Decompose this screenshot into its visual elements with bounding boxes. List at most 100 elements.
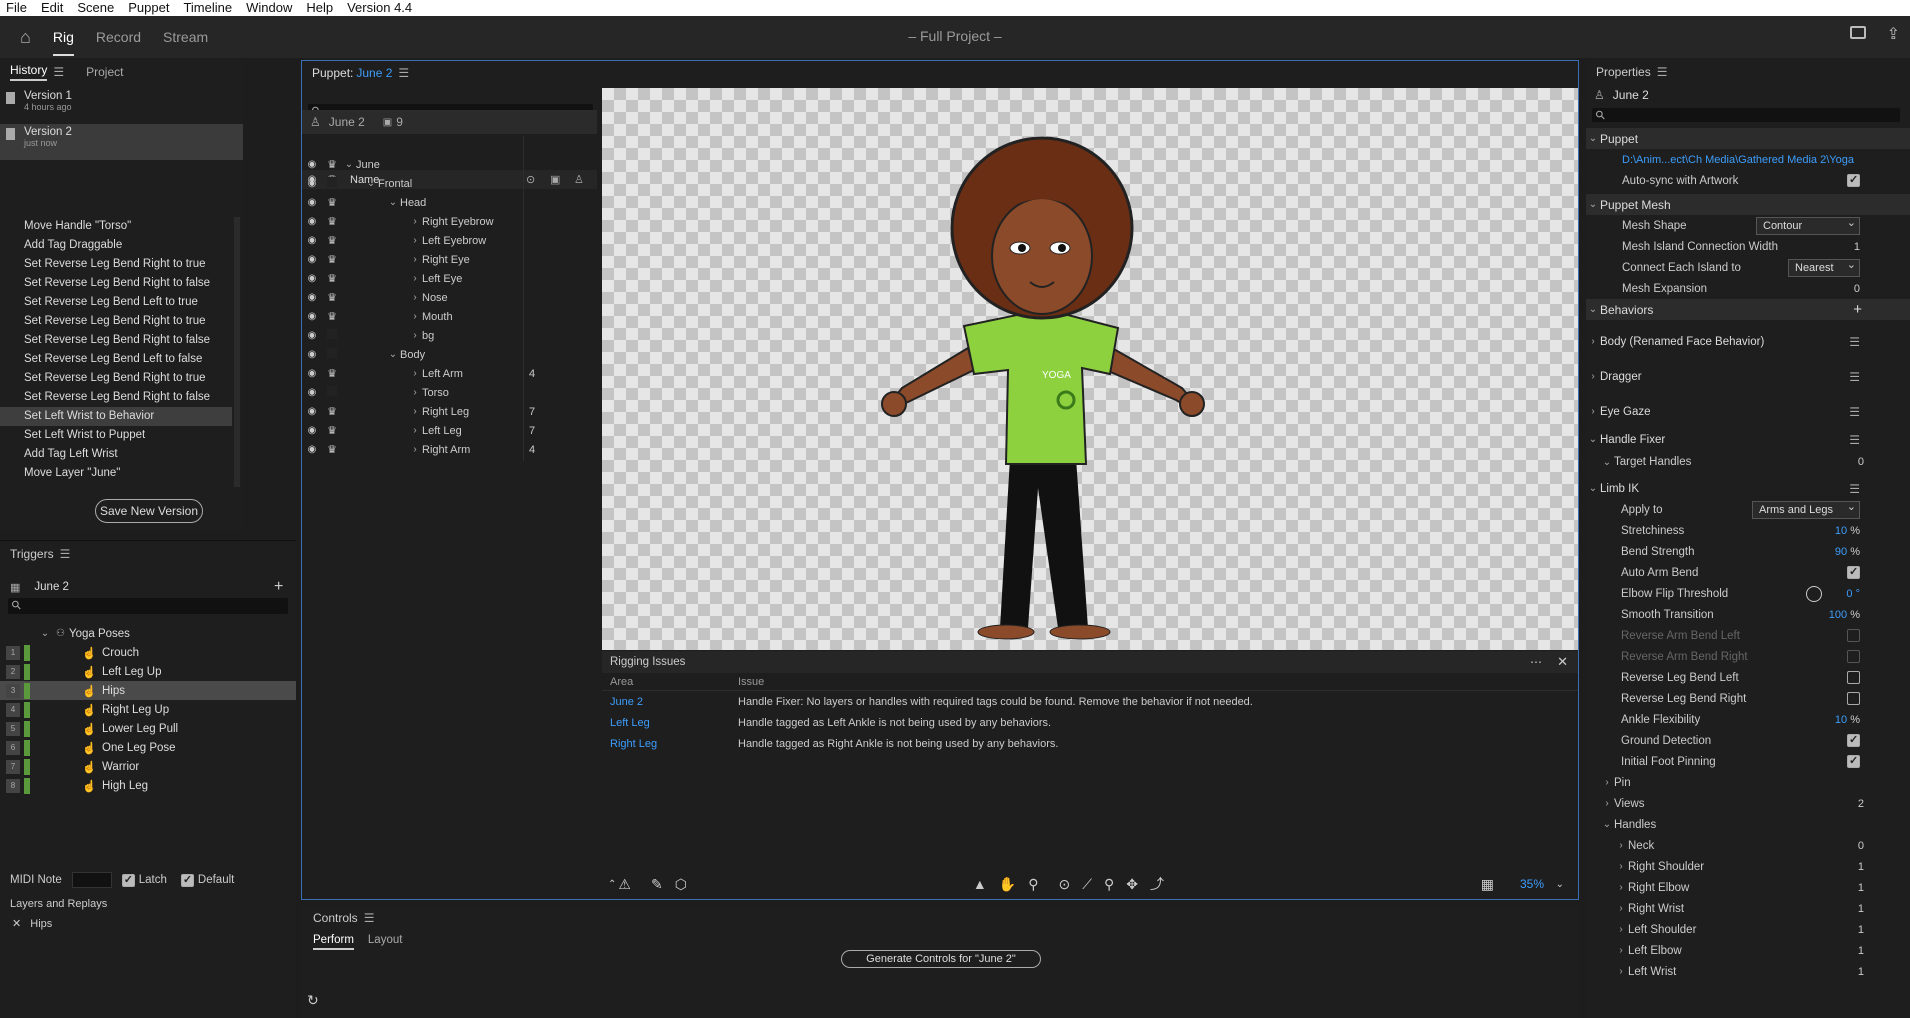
chevron-down-icon[interactable]: ⌄ [364,178,378,189]
handle-row[interactable]: › Right Shoulder 1 [1586,856,1910,877]
empty-crown-slot[interactable] [322,329,342,342]
chevron-right-icon[interactable]: › [1614,903,1628,914]
chevron-down-icon[interactable]: ⌄ [386,197,400,208]
history-item-selected[interactable]: Set Left Wrist to Behavior [0,407,232,426]
rev-arm-right-checkbox[interactable] [1847,650,1860,663]
trigger-item-selected[interactable]: 3 ☝ Hips [0,681,296,700]
section-puppet-mesh[interactable]: ⌄ Puppet Mesh [1586,194,1910,215]
empty-crown-slot[interactable] [322,386,342,399]
artwork-path-link[interactable]: D:\Anim...ect\Ch Media\Gathered Media 2\… [1622,154,1854,166]
zoom-tool-icon[interactable]: ⚲ [1028,876,1038,893]
path-tool-icon[interactable]: ⤴ [1150,874,1164,894]
history-item[interactable]: Add Tag Left Wrist [0,445,232,464]
midi-note-input[interactable] [71,872,112,888]
layer-row[interactable]: ◉ ♛ › Left Eyebrow [302,231,597,250]
issue-row[interactable]: June 2 Handle Fixer: No layers or handle… [602,691,1578,712]
history-item[interactable]: Set Reverse Leg Bend Right to true [0,369,232,388]
chevron-down-icon[interactable]: ⌄ [386,349,400,360]
add-trigger-icon[interactable]: + [274,578,283,596]
layer-row[interactable]: ◉ ⌄ Frontal [302,174,597,193]
breadcrumb-puppet[interactable]: June 2 [329,115,365,129]
layer-row[interactable]: ◉ ♛ › Left Leg 7 [302,421,597,440]
crown-icon[interactable]: ♛ [322,291,342,304]
elbow-flip-value[interactable]: 0 ° [1846,588,1860,600]
pen-tag-icon[interactable]: ✎ [651,876,663,893]
crown-icon[interactable]: ♛ [322,405,342,418]
triggers-menu-icon[interactable]: ☰ [60,547,71,561]
eye-icon[interactable]: ◉ [302,273,322,284]
home-icon[interactable]: ⌂ [20,27,31,48]
pin-row[interactable]: › Pin [1586,772,1910,793]
chevron-down-icon[interactable]: ⌄ [342,159,356,170]
eye-icon[interactable]: ◉ [302,197,322,208]
layer-row[interactable]: ◉ ♛ ⌄ Head [302,193,597,212]
close-icon[interactable]: ✕ [12,918,21,930]
dial-icon[interactable] [1806,585,1822,602]
behavior-handle-fixer[interactable]: ⌄ Handle Fixer ☰ [1586,429,1910,450]
history-item[interactable]: Set Reverse Leg Bend Right to false [0,274,232,293]
add-behavior-icon[interactable]: + [1853,301,1862,318]
behavior-menu-icon[interactable]: ☰ [1849,370,1860,384]
menu-timeline[interactable]: Timeline [183,0,232,16]
crown-icon[interactable]: ♛ [322,234,342,247]
stretchiness-number[interactable]: 10 [1835,525,1847,537]
handle-row[interactable]: › Left Elbow 1 [1586,940,1910,961]
eye-icon[interactable]: ◉ [302,292,322,303]
chevron-right-icon[interactable]: › [408,216,422,227]
tab-layout[interactable]: Layout [368,934,403,950]
history-item[interactable]: Set Reverse Leg Bend Right to true [0,312,232,331]
warning-icon[interactable]: ⚠ [618,876,631,893]
behavior-eye-gaze[interactable]: › Eye Gaze ☰ [1586,394,1910,429]
stick-tool-icon[interactable]: ⟋ [1082,876,1092,893]
version-item[interactable]: Version 1 4 hours ago [0,88,243,124]
handle-row[interactable]: › Left Shoulder 1 [1586,919,1910,940]
expansion-value[interactable]: 0 [1854,283,1860,295]
behavior-menu-icon[interactable]: ☰ [1849,482,1860,496]
menu-window[interactable]: Window [246,0,292,16]
issue-row[interactable]: Right Leg Handle tagged as Right Ankle i… [602,733,1578,754]
menu-puppet[interactable]: Puppet [128,0,169,16]
views-row[interactable]: › Views 2 [1586,793,1910,814]
smooth-transition-number[interactable]: 100 [1829,609,1847,621]
mesh-icon[interactable]: ⬡ [675,876,687,893]
scene-canvas[interactable]: YOGA [602,88,1578,650]
layer-row[interactable]: ◉ ♛ › Right Leg 7 [302,402,597,421]
layer-row[interactable]: ◉ › Torso [302,383,597,402]
chevron-down-icon[interactable]: ⌄ [1600,819,1614,830]
issue-area-link[interactable]: June 2 [610,696,738,708]
handle-row[interactable]: › Left Wrist 1 [1586,961,1910,982]
history-item[interactable]: Set Reverse Leg Bend Left to true [0,293,232,312]
crown-icon[interactable]: ♛ [322,196,342,209]
behavior-dragger[interactable]: › Dragger ☰ [1586,359,1910,394]
refresh-icon[interactable]: ↻ [307,992,319,1009]
behavior-menu-icon[interactable]: ☰ [1849,433,1860,447]
history-item[interactable]: Set Reverse Leg Bend Right to false [0,331,232,350]
history-item[interactable]: Set Reverse Leg Bend Right to false [0,388,232,407]
chevron-right-icon[interactable]: › [408,368,422,379]
menu-edit[interactable]: Edit [41,0,63,16]
trigger-item[interactable]: 2 ☝ Left Leg Up [0,662,296,681]
behavior-menu-icon[interactable]: ☰ [1849,335,1860,349]
history-item[interactable]: Set Reverse Leg Bend Left to false [0,350,232,369]
layer-row[interactable]: ◉ ♛ ⌄ June [302,155,597,174]
layer-row[interactable]: ◉ ♛ › Right Eyebrow [302,212,597,231]
eye-icon[interactable]: ◉ [302,216,322,227]
tab-history[interactable]: History [10,63,48,81]
chevron-down-icon[interactable]: ⌄ [1586,483,1600,494]
eye-icon[interactable]: ◉ [302,254,322,265]
layer-row[interactable]: ◉ ♛ › Nose [302,288,597,307]
chevron-down-icon[interactable]: ⌄ [1600,457,1614,468]
apply-to-select[interactable]: Arms and Legs [1752,499,1860,519]
chevron-right-icon[interactable]: › [408,273,422,284]
ankle-flex-value[interactable]: 10 % [1835,714,1860,726]
layer-row[interactable]: ◉ ⌄ Body [302,345,597,364]
generate-controls-button[interactable]: Generate Controls for "June 2" [841,950,1041,968]
chevron-right-icon[interactable]: › [1586,336,1600,347]
layer-row[interactable]: ◉ ♛ › Right Eye [302,250,597,269]
eye-icon[interactable]: ◉ [302,235,322,246]
layer-row[interactable]: ◉ ♛ › Left Eye [302,269,597,288]
chevron-right-icon[interactable]: › [1586,406,1600,417]
crown-icon[interactable]: ♛ [322,253,342,266]
eye-icon[interactable]: ◉ [302,330,322,341]
origin-tool-icon[interactable]: ⊙ [1058,876,1070,893]
